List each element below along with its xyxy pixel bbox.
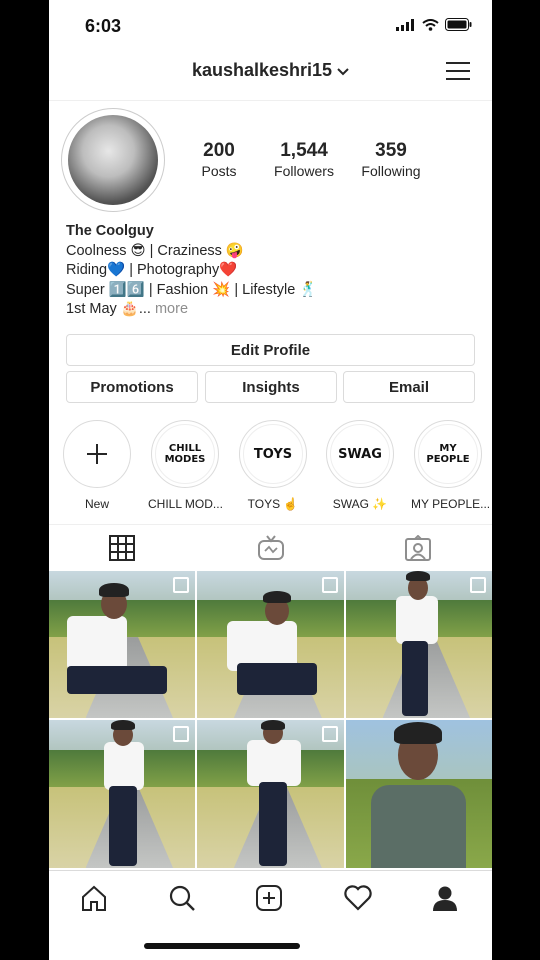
wifi-icon: [422, 18, 439, 31]
display-name: The Coolguy: [66, 223, 154, 239]
profile-icon[interactable]: [432, 885, 458, 911]
followers-label: Followers: [274, 163, 334, 179]
profile-screen: 6:03 kaushalkeshri15 200 Posts 1,544 Fol…: [49, 0, 492, 960]
more-link[interactable]: more: [155, 301, 188, 317]
profile-tabs: [49, 524, 492, 571]
highlight-cover: CHILL MODES: [155, 424, 215, 484]
highlight-toys[interactable]: TOYS TOYS ☝️: [236, 420, 310, 511]
bio-line: Super 1️⃣6️⃣ | Fashion 💥 | Lifestyle 🕺: [66, 281, 318, 298]
posts-grid: [49, 571, 492, 871]
add-post-icon[interactable]: [256, 885, 282, 911]
profile-avatar[interactable]: [61, 108, 165, 212]
highlight-cover: TOYS: [243, 424, 303, 484]
home-icon[interactable]: [81, 885, 107, 911]
post-thumbnail[interactable]: [49, 571, 195, 718]
home-indicator[interactable]: [144, 943, 300, 949]
search-icon[interactable]: [169, 885, 195, 911]
status-time: 6:03: [85, 16, 122, 36]
post-thumbnail[interactable]: [346, 720, 492, 868]
highlight-label: MY PEOPLE...: [411, 497, 491, 511]
highlight-chill-modes[interactable]: CHILL MODES CHILL MOD...: [148, 420, 223, 511]
promotions-button[interactable]: Promotions: [66, 371, 198, 403]
following-count: 359: [375, 140, 407, 161]
insights-button[interactable]: Insights: [205, 371, 337, 403]
highlight-label: SWAG ✨: [332, 497, 388, 511]
highlight-label: CHILL MOD...: [148, 497, 223, 511]
posts-label: Posts: [201, 163, 237, 179]
tagged-icon[interactable]: [405, 535, 431, 561]
bio-line: Coolness 😎 | Craziness 🤪: [66, 242, 244, 259]
bio-line: Riding💙 | Photography❤️: [66, 262, 238, 278]
post-thumbnail[interactable]: [197, 720, 344, 868]
highlight-cover: SWAG: [330, 424, 390, 484]
edit-profile-button[interactable]: Edit Profile: [66, 334, 475, 366]
username-switcher[interactable]: kaushalkeshri15: [49, 60, 492, 81]
status-bar: 6:03: [49, 0, 492, 50]
chevron-down-icon: [337, 68, 349, 76]
activity-heart-icon[interactable]: [344, 885, 372, 911]
hamburger-menu-icon[interactable]: [446, 60, 470, 82]
highlight-new[interactable]: New: [60, 420, 134, 511]
igtv-icon[interactable]: [258, 535, 284, 561]
post-thumbnail[interactable]: [49, 720, 195, 868]
highlight-swag[interactable]: SWAG SWAG ✨: [323, 420, 397, 511]
following-stat[interactable]: 359 Following: [356, 140, 426, 179]
plus-icon: [87, 444, 107, 464]
posts-stat[interactable]: 200 Posts: [195, 140, 243, 179]
highlight-my-people[interactable]: MY PEOPLE MY PEOPLE...: [411, 420, 491, 511]
bio-line: 1st May 🎂... more: [66, 301, 189, 317]
followers-stat[interactable]: 1,544 Followers: [269, 140, 339, 179]
bottom-navigation: [49, 870, 492, 931]
highlight-label: New: [84, 497, 109, 511]
following-label: Following: [361, 163, 421, 179]
email-button[interactable]: Email: [343, 371, 475, 403]
profile-bio: The Coolguy Coolness 😎 | Craziness 🤪 Rid…: [66, 222, 317, 320]
post-thumbnail[interactable]: [346, 571, 492, 718]
grid-icon[interactable]: [109, 535, 135, 561]
battery-icon: [445, 18, 472, 31]
posts-count: 200: [203, 140, 235, 161]
signal-icon: [396, 18, 414, 31]
highlight-label: TOYS ☝️: [247, 497, 299, 511]
followers-count: 1,544: [280, 140, 328, 161]
username: kaushalkeshri15: [191, 60, 333, 80]
avatar-photo: [68, 115, 158, 205]
profile-header: kaushalkeshri15: [49, 52, 492, 101]
highlight-cover: MY PEOPLE: [418, 424, 478, 484]
post-thumbnail[interactable]: [197, 571, 344, 718]
